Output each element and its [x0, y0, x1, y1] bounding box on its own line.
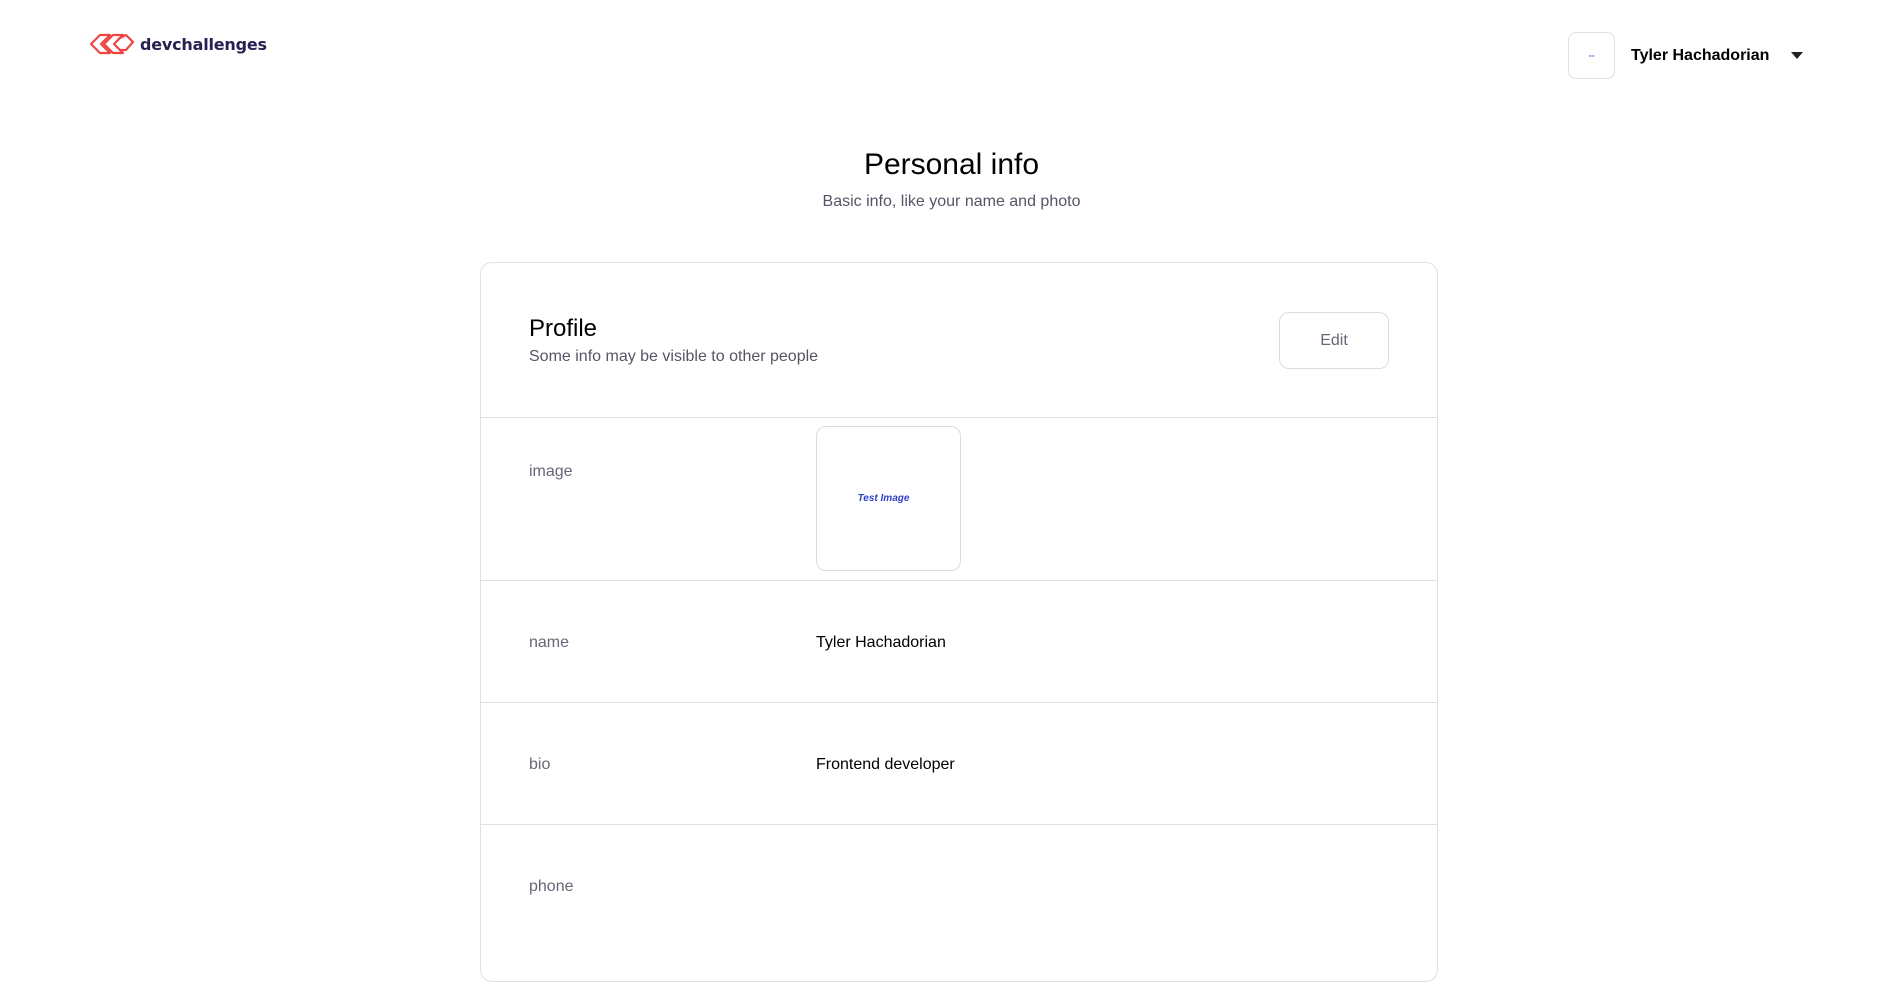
name-value: Tyler Hachadorian: [816, 634, 946, 651]
brand-name: devchallenges: [140, 34, 267, 54]
bio-value: Frontend developer: [816, 756, 955, 773]
phone-label: phone: [529, 878, 574, 895]
image-label: image: [529, 463, 573, 480]
edit-button[interactable]: Edit: [1279, 312, 1389, 369]
profile-photo: Test Image: [816, 426, 961, 571]
profile-row-image: image Test Image: [481, 418, 1437, 581]
page-title: Personal info: [863, 148, 1040, 181]
profile-title: Profile: [529, 315, 598, 342]
bio-label: bio: [529, 756, 551, 773]
user-menu[interactable]: •••• Tyler Hachadorian: [1568, 32, 1804, 79]
brand-logo[interactable]: devchallenges: [88, 30, 267, 58]
profile-photo-text: Test Image: [857, 493, 910, 504]
page-subtitle: Basic info, like your name and photo: [822, 193, 1081, 210]
user-name: Tyler Hachadorian: [1631, 46, 1770, 64]
caret-down-icon[interactable]: [1791, 52, 1804, 59]
profile-row-bio: bio Frontend developer: [481, 703, 1437, 825]
devchallenges-logo-icon: [89, 33, 135, 55]
profile-card-header: Profile Some info may be visible to othe…: [481, 263, 1437, 418]
profile-row-phone: phone: [481, 825, 1437, 985]
profile-subtitle: Some info may be visible to other people: [529, 348, 819, 365]
user-avatar: ••••: [1568, 32, 1615, 79]
profile-row-name: name Tyler Hachadorian: [481, 581, 1437, 703]
name-label: name: [529, 634, 570, 651]
top-bar: devchallenges •••• Tyler Hachadorian: [0, 0, 1903, 110]
avatar-image-icon: ••••: [1588, 53, 1595, 58]
page-heading: Personal info Basic info, like your name…: [0, 145, 1903, 211]
profile-card: Profile Some info may be visible to othe…: [480, 262, 1438, 982]
